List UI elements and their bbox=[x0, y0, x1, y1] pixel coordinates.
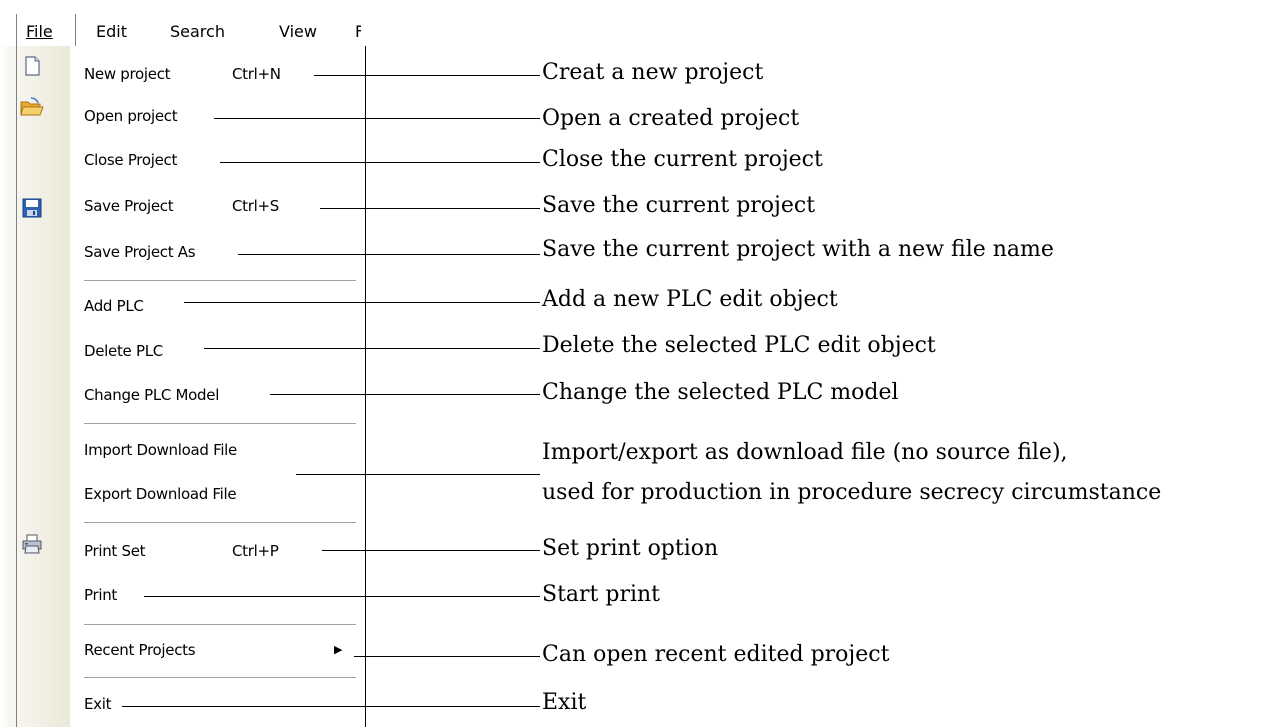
annotation-exit: Exit bbox=[542, 690, 587, 715]
icon-strip bbox=[0, 46, 70, 727]
new-document-icon bbox=[25, 56, 40, 76]
submenu-arrow-icon: ▶ bbox=[334, 643, 343, 656]
callout-line-save-project-as bbox=[238, 254, 540, 255]
callout-line-print-set bbox=[322, 550, 540, 551]
menu-separator bbox=[84, 522, 356, 524]
menu-item-label: Save Project bbox=[84, 197, 174, 215]
annotation-delete-plc: Delete the selected PLC edit object bbox=[542, 333, 936, 358]
open-folder-icon bbox=[20, 97, 44, 116]
menu-file[interactable]: File bbox=[26, 22, 53, 41]
annotation-add-plc: Add a new PLC edit object bbox=[542, 287, 838, 312]
annotation-change-plc-model: Change the selected PLC model bbox=[542, 380, 899, 405]
menu-search[interactable]: Search bbox=[170, 22, 225, 41]
menu-item-delete-plc[interactable]: Delete PLC bbox=[70, 333, 365, 371]
menu-separator bbox=[84, 423, 356, 425]
menu-item-import-download-file[interactable]: Import Download File bbox=[70, 432, 365, 470]
menu-item-label: Add PLC bbox=[84, 297, 144, 315]
annotation-open-project: Open a created project bbox=[542, 106, 800, 131]
menu-item-save-project-as[interactable]: Save Project As bbox=[70, 234, 365, 272]
menu-item-label: Export Download File bbox=[84, 485, 237, 503]
menu-item-label: Import Download File bbox=[84, 441, 237, 459]
menu-item-label: Close Project bbox=[84, 151, 178, 169]
callout-line-print bbox=[144, 596, 540, 597]
annotation-download-file-line1: Import/export as download file (no sourc… bbox=[542, 440, 1068, 465]
annotation-print-set: Set print option bbox=[542, 536, 719, 561]
menu-item-print-set[interactable]: Print Set Ctrl+P bbox=[70, 533, 365, 571]
menu-item-exit[interactable]: Exit bbox=[70, 686, 365, 724]
menu-separator bbox=[84, 280, 356, 282]
menu-item-label: Recent Projects bbox=[84, 641, 196, 659]
file-menu-dropdown: New project Ctrl+N Open project Close Pr… bbox=[0, 46, 366, 727]
annotation-download-file-line2: used for production in procedure secrecy… bbox=[542, 480, 1162, 505]
callout-line-new-project bbox=[314, 75, 540, 76]
menu-item-change-plc-model[interactable]: Change PLC Model bbox=[70, 377, 365, 415]
printer-icon bbox=[22, 534, 42, 554]
menu-item-shortcut: Ctrl+N bbox=[232, 65, 281, 83]
menu-item-save-project[interactable]: Save Project Ctrl+S bbox=[70, 188, 365, 226]
callout-line-save-project bbox=[320, 208, 540, 209]
callout-line-open-project bbox=[214, 118, 540, 119]
callout-line-delete-plc bbox=[204, 348, 540, 349]
menu-item-label: Save Project As bbox=[84, 243, 196, 261]
menu-separator bbox=[84, 624, 356, 626]
menu-item-label: Print bbox=[84, 586, 118, 604]
callout-line-change-plc-model bbox=[270, 394, 540, 395]
menu-item-recent-projects[interactable]: Recent Projects ▶ bbox=[70, 632, 365, 670]
dropdown-right-border bbox=[365, 46, 366, 727]
annotation-save-project-as: Save the current project with a new file… bbox=[542, 237, 1054, 262]
menu-next-truncated[interactable]: F bbox=[355, 22, 361, 41]
menu-item-label: New project bbox=[84, 65, 171, 83]
annotation-print: Start print bbox=[542, 582, 661, 607]
callout-line-download-file bbox=[296, 474, 540, 475]
menu-item-add-plc[interactable]: Add PLC bbox=[70, 288, 365, 326]
menu-separator bbox=[84, 677, 356, 679]
callout-line-close-project bbox=[220, 162, 540, 163]
menu-bar: File Edit Search View F bbox=[0, 0, 366, 46]
menu-item-open-project[interactable]: Open project bbox=[70, 98, 365, 136]
menu-file-mnemonic: File bbox=[26, 22, 53, 41]
menu-item-label: Open project bbox=[84, 107, 178, 125]
menu-item-shortcut: Ctrl+P bbox=[232, 542, 279, 560]
callout-line-add-plc bbox=[184, 302, 540, 303]
floppy-disk-icon bbox=[22, 198, 42, 218]
menu-item-close-project[interactable]: Close Project bbox=[70, 142, 365, 180]
annotation-new-project: Creat a new project bbox=[542, 60, 764, 85]
menu-item-shortcut: Ctrl+S bbox=[232, 197, 279, 215]
annotation-save-project: Save the current project bbox=[542, 193, 816, 218]
menu-item-label: Exit bbox=[84, 695, 112, 713]
callout-line-exit bbox=[122, 706, 540, 707]
menu-item-label: Delete PLC bbox=[84, 342, 163, 360]
menu-item-export-download-file[interactable]: Export Download File bbox=[70, 476, 365, 514]
dropdown-left-border bbox=[16, 46, 17, 727]
menu-edit[interactable]: Edit bbox=[96, 22, 127, 41]
annotation-close-project: Close the current project bbox=[542, 147, 823, 172]
annotation-recent-projects: Can open recent edited project bbox=[542, 642, 890, 667]
menu-view[interactable]: View bbox=[279, 22, 317, 41]
menu-item-label: Change PLC Model bbox=[84, 386, 220, 404]
menu-item-label: Print Set bbox=[84, 542, 146, 560]
callout-line-recent-projects bbox=[354, 656, 540, 657]
